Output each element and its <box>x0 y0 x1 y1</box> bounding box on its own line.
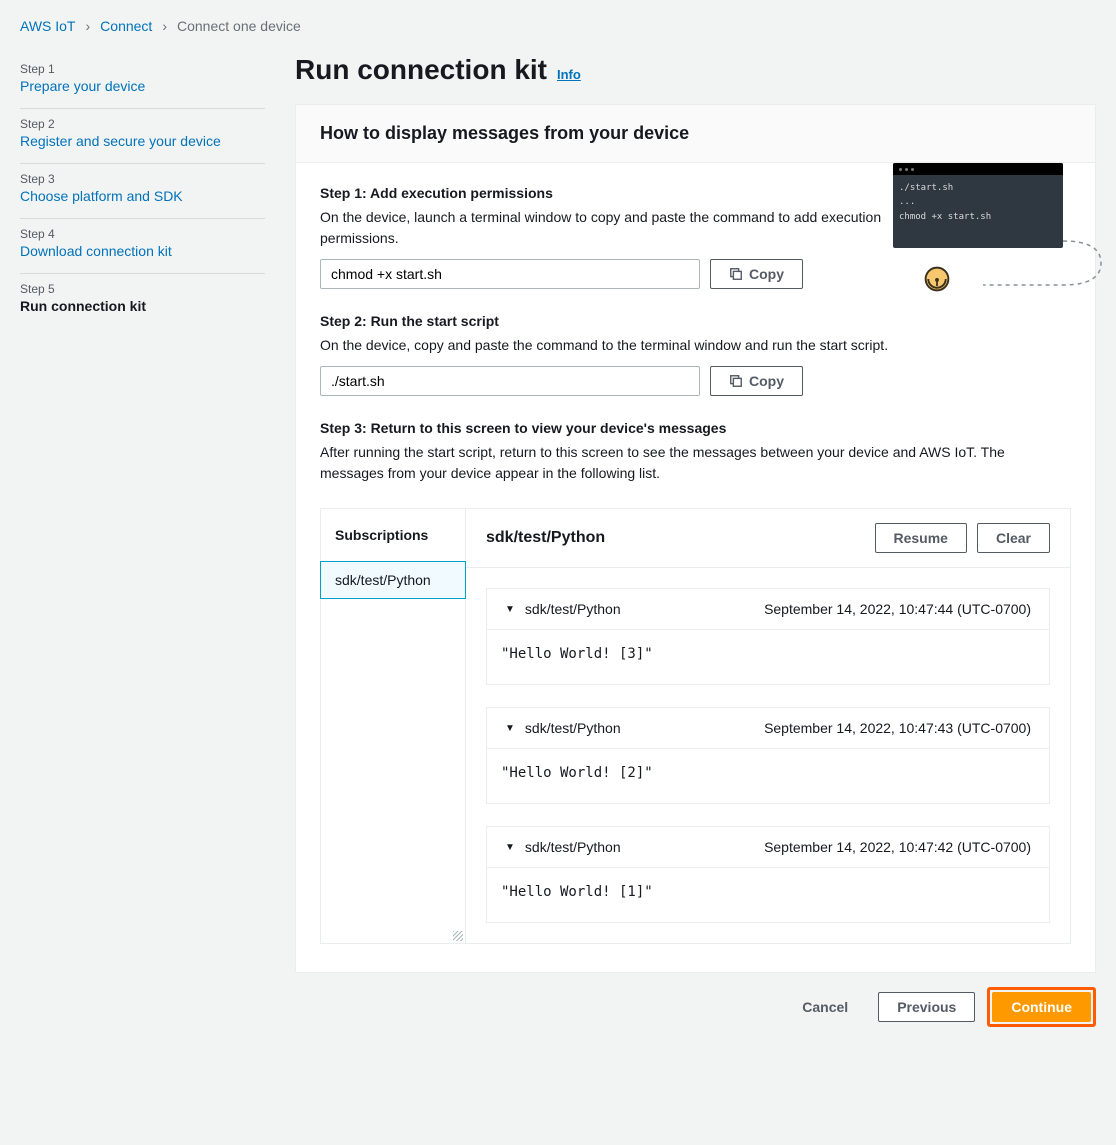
copy-icon <box>729 267 743 281</box>
chevron-right-icon: › <box>86 18 91 34</box>
caret-down-icon: ▼ <box>505 604 515 615</box>
breadcrumb-link-connect[interactable]: Connect <box>100 18 152 34</box>
copy-button[interactable]: Copy <box>710 366 803 396</box>
step-2-block: Step 2: Run the start script On the devi… <box>320 313 1071 396</box>
chmod-command-input[interactable] <box>320 259 700 289</box>
wizard-step-number: Step 5 <box>20 282 265 296</box>
start-command-input[interactable] <box>320 366 700 396</box>
message-timestamp: September 14, 2022, 10:47:44 (UTC-0700) <box>764 601 1031 617</box>
breadcrumb-current: Connect one device <box>177 18 301 34</box>
message-topic: sdk/test/Python <box>525 720 621 736</box>
wizard-footer: Cancel Previous Continue <box>295 987 1096 1027</box>
message-header[interactable]: ▼ sdk/test/Python September 14, 2022, 10… <box>487 708 1049 749</box>
terminal-line: chmod +x start.sh <box>899 210 1057 224</box>
message-timestamp: September 14, 2022, 10:47:42 (UTC-0700) <box>764 839 1031 855</box>
clear-button[interactable]: Clear <box>977 523 1050 553</box>
wizard-step-number: Step 3 <box>20 172 265 186</box>
wizard-step-1[interactable]: Step 1 Prepare your device <box>20 54 265 109</box>
step-1-desc: On the device, launch a terminal window … <box>320 207 960 249</box>
highlight-box: Continue <box>987 987 1096 1027</box>
message-header[interactable]: ▼ sdk/test/Python September 14, 2022, 10… <box>487 589 1049 630</box>
panel-header: How to display messages from your device <box>320 123 1071 144</box>
copy-button[interactable]: Copy <box>710 259 803 289</box>
wizard-step-title: Choose platform and SDK <box>20 188 265 204</box>
message-body: "Hello World! [1]" <box>487 868 1049 922</box>
resume-button[interactable]: Resume <box>875 523 967 553</box>
terminal-line: ./start.sh <box>899 181 1057 195</box>
message-item: ▼ sdk/test/Python September 14, 2022, 10… <box>486 826 1050 923</box>
step-3-desc: After running the start script, return t… <box>320 442 1071 484</box>
wizard-step-3[interactable]: Step 3 Choose platform and SDK <box>20 164 265 219</box>
terminal-line: ... <box>899 195 1057 209</box>
wizard-step-number: Step 4 <box>20 227 265 241</box>
wizard-step-title: Download connection kit <box>20 243 265 259</box>
copy-icon <box>729 374 743 388</box>
message-list: ▼ sdk/test/Python September 14, 2022, 10… <box>466 568 1070 943</box>
step-3-block: Step 3: Return to this screen to view yo… <box>320 420 1071 484</box>
subscription-item[interactable]: sdk/test/Python <box>320 561 466 599</box>
caret-down-icon: ▼ <box>505 723 515 734</box>
message-timestamp: September 14, 2022, 10:47:43 (UTC-0700) <box>764 720 1031 736</box>
message-body: "Hello World! [3]" <box>487 630 1049 684</box>
wizard-step-5[interactable]: Step 5 Run connection kit <box>20 274 265 328</box>
message-topic: sdk/test/Python <box>525 601 621 617</box>
wizard-step-title: Prepare your device <box>20 78 265 94</box>
message-header[interactable]: ▼ sdk/test/Python September 14, 2022, 10… <box>487 827 1049 868</box>
message-topic: sdk/test/Python <box>525 839 621 855</box>
terminal-illustration: ./start.sh ... chmod +x start.sh <box>893 163 1063 293</box>
wizard-step-number: Step 1 <box>20 62 265 76</box>
topic-title: sdk/test/Python <box>486 529 865 547</box>
copy-label: Copy <box>749 266 784 282</box>
message-item: ▼ sdk/test/Python September 14, 2022, 10… <box>486 707 1050 804</box>
wizard-step-4[interactable]: Step 4 Download connection kit <box>20 219 265 274</box>
page-title: Run connection kit <box>295 54 547 86</box>
info-link[interactable]: Info <box>557 67 581 82</box>
message-item: ▼ sdk/test/Python September 14, 2022, 10… <box>486 588 1050 685</box>
user-face-icon <box>923 265 951 293</box>
wizard-step-title: Register and secure your device <box>20 133 265 149</box>
message-body: "Hello World! [2]" <box>487 749 1049 803</box>
step-3-title: Step 3: Return to this screen to view yo… <box>320 420 1071 436</box>
step-2-desc: On the device, copy and paste the comman… <box>320 335 960 356</box>
subscriptions-header: Subscriptions <box>321 509 465 562</box>
wizard-step-number: Step 2 <box>20 117 265 131</box>
instructions-panel: How to display messages from your device… <box>295 104 1096 973</box>
continue-button[interactable]: Continue <box>992 992 1091 1022</box>
wizard-step-title: Run connection kit <box>20 298 265 314</box>
wizard-step-2[interactable]: Step 2 Register and secure your device <box>20 109 265 164</box>
breadcrumb: AWS IoT › Connect › Connect one device <box>20 18 1096 34</box>
cancel-button[interactable]: Cancel <box>784 993 866 1021</box>
previous-button[interactable]: Previous <box>878 992 975 1022</box>
copy-label: Copy <box>749 373 784 389</box>
chevron-right-icon: › <box>162 18 167 34</box>
resize-grip-icon[interactable] <box>453 931 463 941</box>
breadcrumb-link-aws-iot[interactable]: AWS IoT <box>20 18 76 34</box>
wizard-step-nav: Step 1 Prepare your device Step 2 Regist… <box>20 54 265 1027</box>
step-2-title: Step 2: Run the start script <box>320 313 1071 329</box>
subscriptions-panel: Subscriptions sdk/test/Python sdk/test/P… <box>320 508 1071 944</box>
caret-down-icon: ▼ <box>505 842 515 853</box>
